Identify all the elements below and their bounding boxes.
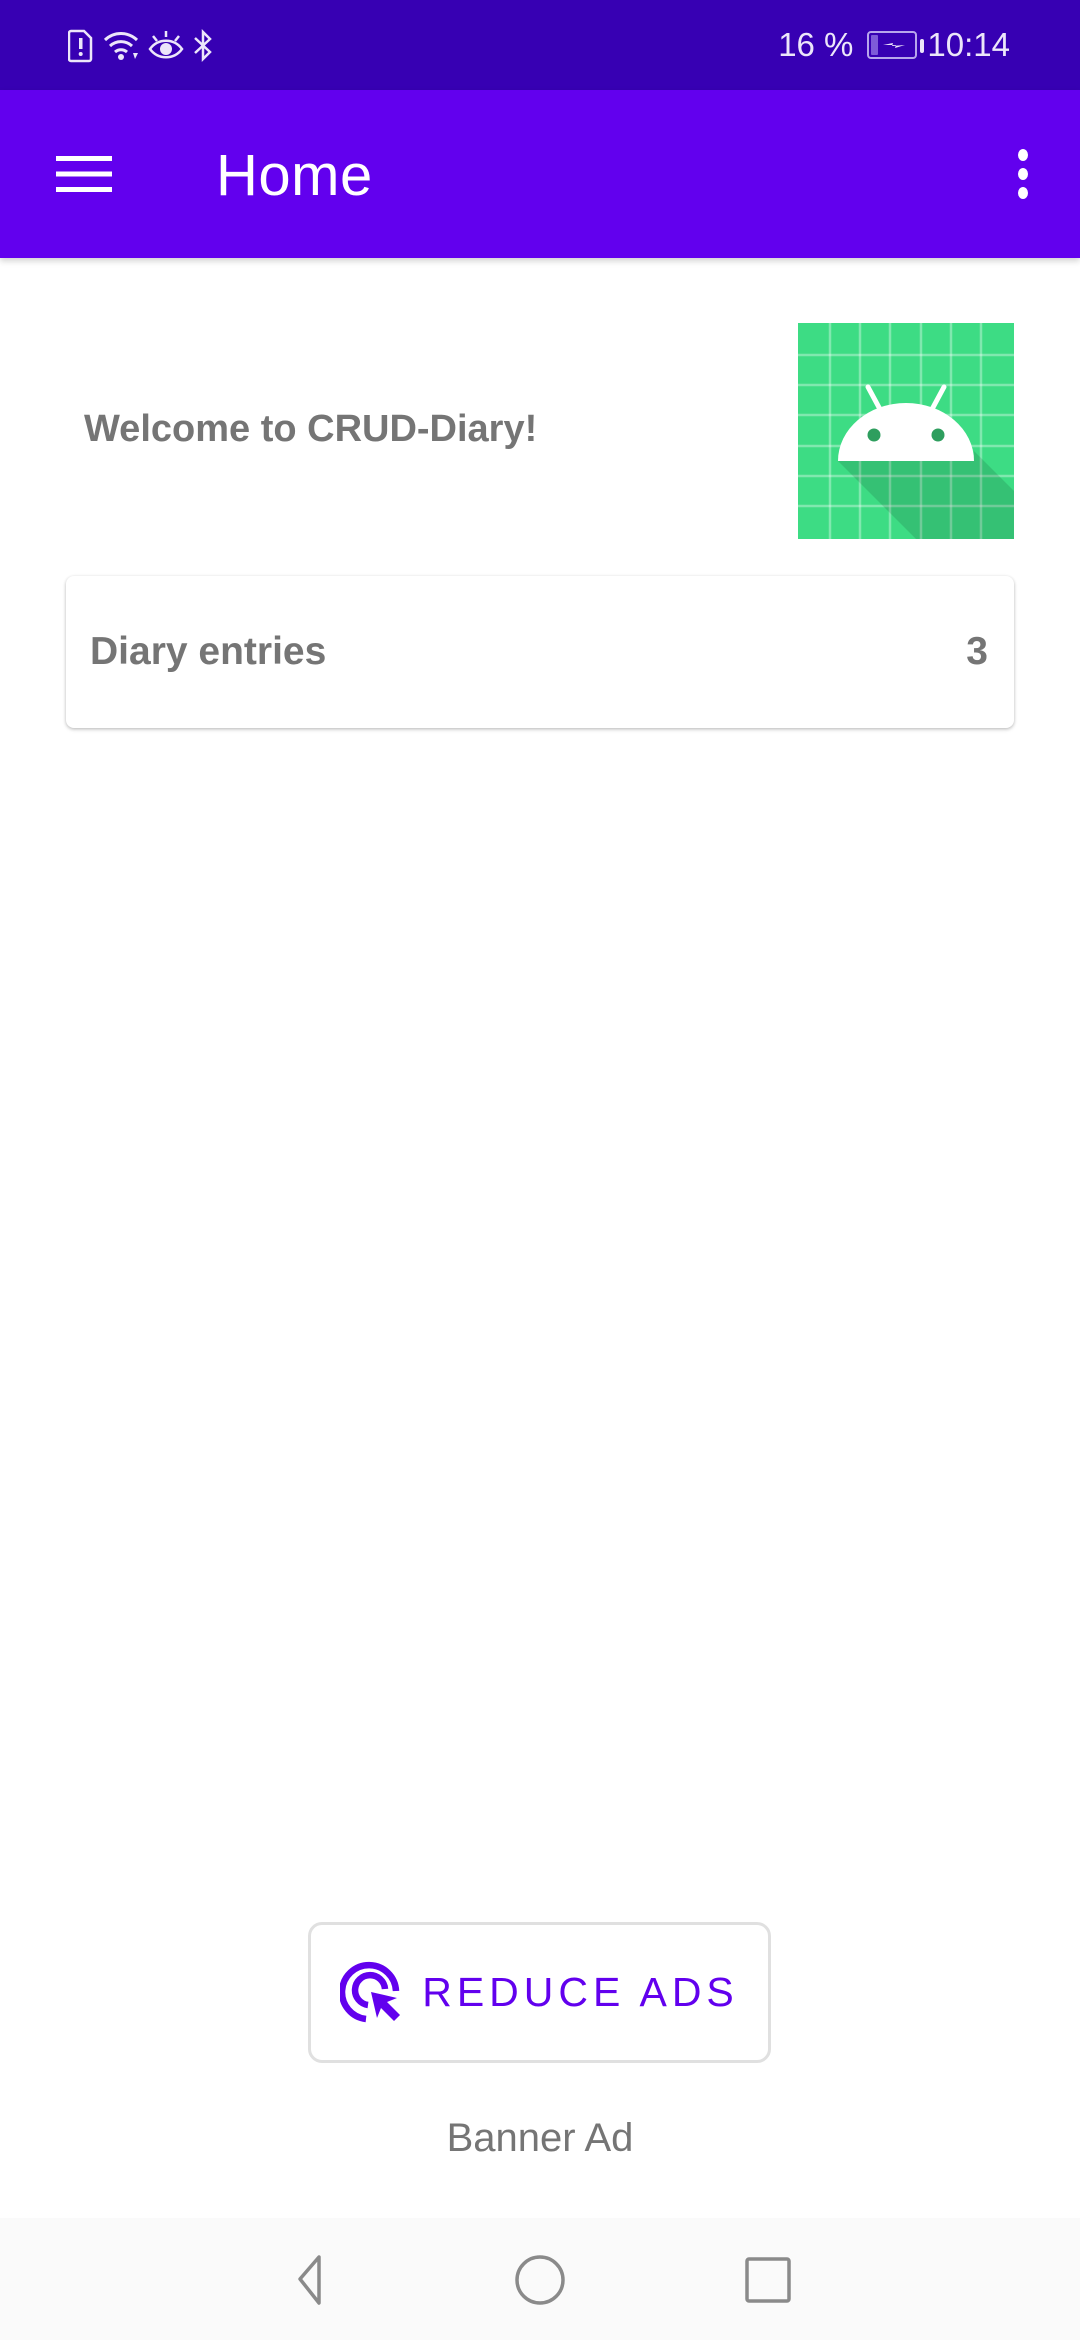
app-bar: Home	[0, 90, 1080, 258]
battery-icon	[867, 31, 925, 59]
back-triangle-icon	[298, 2255, 321, 2305]
overflow-menu-button[interactable]	[988, 134, 1058, 214]
nav-home-button[interactable]	[500, 2248, 580, 2312]
charging-bolt-icon	[883, 43, 906, 48]
battery-percent: 16 %	[778, 26, 854, 63]
ads-click-icon	[340, 1961, 401, 2022]
reduce-ads-label: REDUCE ADS	[422, 1969, 739, 2015]
wifi-icon	[102, 29, 140, 63]
eye-comfort-icon	[148, 29, 184, 63]
battery-level-fill	[871, 35, 879, 55]
reduce-ads-button[interactable]: REDUCE ADS	[308, 1922, 771, 2063]
status-icons-left	[68, 28, 214, 64]
diary-entries-label: Diary entries	[90, 630, 327, 673]
nav-back-button[interactable]	[270, 2248, 350, 2312]
home-circle-icon	[515, 2255, 565, 2305]
more-vert-icon	[1018, 149, 1028, 199]
sim-alert-icon	[68, 29, 94, 63]
nav-recents-button[interactable]	[728, 2248, 808, 2312]
banner-ad[interactable]: Banner Ad	[0, 2116, 1080, 2161]
bluetooth-icon	[192, 29, 214, 63]
status-bar: 16 % 10:14	[0, 0, 1080, 90]
recents-square-icon	[745, 2257, 791, 2303]
android-app-icon	[798, 323, 1014, 539]
hamburger-menu-icon	[56, 156, 112, 192]
status-icons-right: 16 % 10:14	[778, 22, 1010, 68]
home-screen: 16 % 10:14 Home Welcome to CRUD-Diary! D…	[0, 0, 1080, 2340]
navigation-menu-button[interactable]	[38, 134, 128, 214]
welcome-text: Welcome to CRUD-Diary!	[84, 408, 538, 450]
system-navigation-bar	[0, 2218, 1080, 2340]
clock: 10:14	[927, 26, 1010, 63]
diary-entries-card[interactable]: Diary entries 3	[66, 576, 1014, 728]
page-title: Home	[216, 143, 373, 208]
diary-entries-count: 3	[966, 630, 988, 673]
